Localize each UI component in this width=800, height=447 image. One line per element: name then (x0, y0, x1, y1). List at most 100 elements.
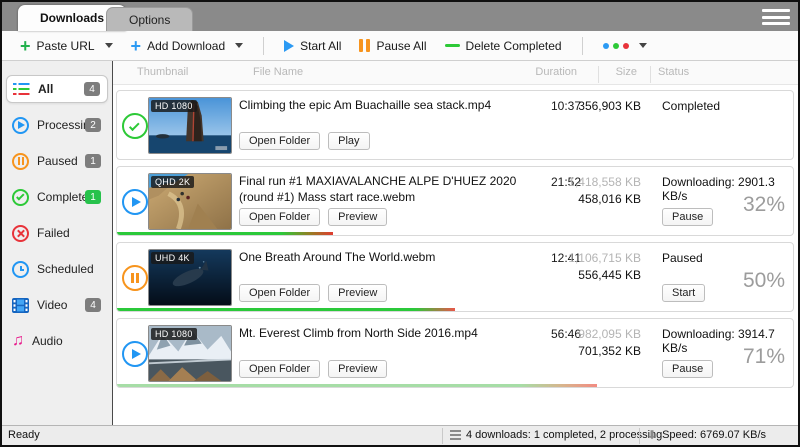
sidebar-item-failed[interactable]: Failed (6, 219, 108, 247)
count-badge: 2 (85, 118, 101, 132)
more-menu-button[interactable] (597, 40, 653, 52)
play-icon (284, 40, 294, 52)
sidebar-item-label: Video (37, 298, 67, 312)
column-divider (650, 66, 651, 83)
hamburger-menu-icon[interactable] (762, 9, 790, 25)
sidebar-item-paused[interactable]: Paused 1 (6, 147, 108, 175)
column-header-file-name[interactable]: File Name (253, 66, 303, 78)
statusbar-divider (442, 428, 443, 444)
sidebar-item-video[interactable]: Video 4 (6, 291, 108, 319)
toolbar: + Paste URL + Add Download Start All Pau… (2, 31, 798, 61)
download-row[interactable]: QHD 2K Final run #1 MAXIAVALANCHE ALPE D… (116, 166, 794, 236)
speed-value: Speed: 6769.07 KB/s (662, 429, 766, 441)
quality-badge: HD 1080 (151, 328, 197, 340)
progress-percent: 71% (743, 345, 785, 369)
count-badge: 1 (85, 154, 101, 168)
progress-bar (117, 308, 455, 311)
delete-completed-label: Delete Completed (466, 39, 562, 53)
paste-url-label: Paste URL (37, 39, 95, 53)
downloads-list: Thumbnail File Name Duration Size Status (113, 61, 798, 425)
download-row[interactable]: HD 1080 Climbing the epic Am Buachaille … (116, 90, 794, 160)
paste-url-button[interactable]: + Paste URL (14, 36, 119, 56)
three-dots-icon (603, 43, 629, 49)
app-window: Downloads Options + Paste URL + Add Down… (0, 0, 800, 447)
sidebar-item-label: Failed (37, 226, 70, 240)
status-text: Paused (662, 251, 789, 265)
sidebar-item-label: All (38, 82, 53, 96)
add-download-button[interactable]: + Add Download (125, 36, 250, 56)
chevron-down-icon[interactable] (639, 43, 647, 48)
clock-icon (12, 261, 29, 278)
tab-downloads-label: Downloads (40, 11, 104, 25)
sidebar-item-scheduled[interactable]: Scheduled (6, 255, 108, 283)
open-folder-button[interactable]: Open Folder (239, 132, 320, 150)
music-note-icon: ♫ (12, 334, 24, 348)
size-downloaded-value: 458,016 KB (527, 192, 641, 206)
quality-badge: QHD 2K (151, 176, 194, 188)
open-folder-button[interactable]: Open Folder (239, 284, 320, 302)
play-button[interactable]: Play (328, 132, 369, 150)
size-total-value: 1,418,558 KB (527, 175, 641, 189)
size-downloaded-value: 701,352 KB (527, 344, 641, 358)
play-circle-icon (122, 189, 148, 215)
download-row[interactable]: HD 1080 Mt. Everest Climb from North Sid… (116, 318, 794, 388)
tab-options[interactable]: Options (106, 7, 193, 31)
preview-button[interactable]: Preview (328, 360, 387, 378)
progress-bar (117, 384, 597, 387)
x-circle-icon (12, 225, 29, 242)
pause-download-button[interactable]: Pause (662, 208, 713, 226)
progress-percent: 32% (743, 193, 785, 217)
play-circle-icon (122, 341, 148, 367)
video-thumbnail[interactable]: UHD 4K (148, 249, 232, 306)
sidebar-item-label: Paused (37, 154, 78, 168)
pause-all-button[interactable]: Pause All (353, 36, 432, 56)
plus-icon: + (131, 39, 142, 53)
sidebar-item-all[interactable]: All 4 (6, 75, 108, 103)
sidebar-item-processing[interactable]: Processing 2 (6, 111, 108, 139)
statusbar-divider (639, 428, 640, 444)
column-header-size[interactable]: Size (523, 66, 637, 78)
toolbar-divider (582, 37, 583, 55)
progress-percent: 50% (743, 269, 785, 293)
status-text: Completed (662, 99, 789, 113)
download-arrow-icon: ⬇ (647, 430, 657, 441)
start-all-label: Start All (300, 39, 341, 53)
video-thumbnail[interactable]: QHD 2K (148, 173, 232, 230)
pause-circle-icon (122, 265, 148, 291)
video-thumbnail[interactable]: HD 1080 (148, 97, 232, 154)
sidebar: All 4 Processing 2 Paused 1 Completed 1 (2, 61, 113, 425)
chevron-down-icon[interactable] (235, 43, 243, 48)
chevron-down-icon[interactable] (105, 43, 113, 48)
size-value: 356,903 KB (527, 99, 641, 113)
pause-download-button[interactable]: Pause (662, 360, 713, 378)
start-download-button[interactable]: Start (662, 284, 705, 302)
pause-circle-icon (12, 153, 29, 170)
download-row[interactable]: UHD 4K One Breath Around The World.webm … (116, 242, 794, 312)
rows-container: HD 1080 Climbing the epic Am Buachaille … (113, 85, 798, 425)
toolbar-divider (263, 37, 264, 55)
sidebar-item-completed[interactable]: Completed 1 (6, 183, 108, 211)
column-header-thumbnail[interactable]: Thumbnail (137, 66, 188, 78)
preview-button[interactable]: Preview (328, 208, 387, 226)
open-folder-button[interactable]: Open Folder (239, 208, 320, 226)
tab-strip: Downloads Options (2, 2, 798, 31)
column-divider (598, 66, 599, 83)
delete-completed-button[interactable]: Delete Completed (439, 36, 568, 56)
preview-button[interactable]: Preview (328, 284, 387, 302)
count-badge: 4 (84, 82, 100, 96)
play-circle-icon (12, 117, 29, 134)
size-downloaded-value: 556,445 KB (527, 268, 641, 282)
status-bar: Ready 4 downloads: 1 completed, 2 proces… (2, 425, 798, 445)
sidebar-item-audio[interactable]: ♫ Audio (6, 327, 108, 355)
ready-status: Ready (8, 429, 40, 441)
open-folder-button[interactable]: Open Folder (239, 360, 320, 378)
progress-bar (117, 232, 333, 235)
sidebar-item-label: Scheduled (37, 262, 94, 276)
plus-icon: + (20, 39, 31, 53)
video-thumbnail[interactable]: HD 1080 (148, 325, 232, 382)
pause-icon (359, 39, 370, 52)
list-header: Thumbnail File Name Duration Size Status (113, 61, 798, 85)
list-icon (450, 430, 461, 440)
column-header-status[interactable]: Status (658, 66, 689, 78)
start-all-button[interactable]: Start All (278, 36, 347, 56)
